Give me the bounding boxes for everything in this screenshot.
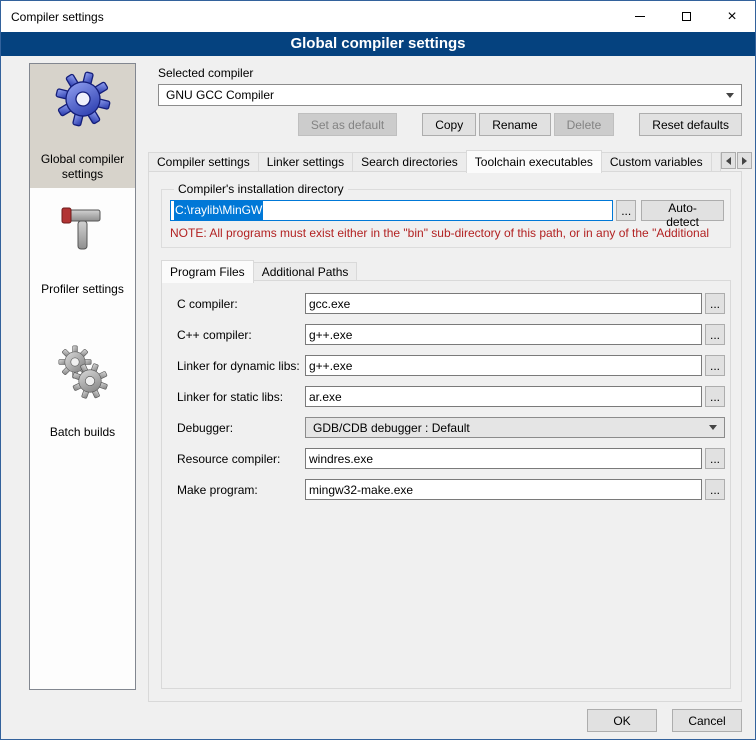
minimize-button[interactable]: [617, 1, 663, 32]
close-button[interactable]: ×: [709, 1, 755, 32]
tab-toolchain-executables[interactable]: Toolchain executables: [466, 150, 602, 173]
cancel-button[interactable]: Cancel: [672, 709, 742, 732]
resource-compiler-row: Resource compiler: ...: [177, 448, 723, 469]
maximize-icon: [682, 12, 691, 21]
set-as-default-button[interactable]: Set as default: [298, 113, 397, 136]
chevron-down-icon: [709, 425, 717, 430]
tab-scroll-controls: [720, 152, 752, 169]
make-program-input[interactable]: [305, 479, 702, 500]
reset-defaults-button[interactable]: Reset defaults: [639, 113, 742, 136]
title-bar: Compiler settings ×: [1, 1, 755, 32]
linker-static-label: Linker for static libs:: [177, 390, 305, 404]
resource-compiler-input[interactable]: [305, 448, 702, 469]
browse-c-compiler-button[interactable]: ...: [705, 293, 725, 314]
auto-detect-button[interactable]: Auto-detect: [641, 200, 724, 221]
sidebar-item-profiler-settings[interactable]: Profiler settings: [30, 194, 135, 303]
ok-button[interactable]: OK: [587, 709, 657, 732]
debugger-value: GDB/CDB debugger : Default: [313, 421, 470, 435]
installation-directory-group: Compiler's installation directory C:\ray…: [161, 182, 731, 248]
selected-compiler-dropdown[interactable]: GNU GCC Compiler: [158, 84, 742, 106]
linker-dynamic-input[interactable]: [305, 355, 702, 376]
program-files-tab-strip: Program Files Additional Paths: [161, 260, 356, 282]
installation-directory-group-title: Compiler's installation directory: [174, 182, 348, 196]
debugger-dropdown[interactable]: GDB/CDB debugger : Default: [305, 417, 725, 438]
sidebar-item-global-compiler-settings[interactable]: Global compiler settings: [30, 64, 135, 188]
gray-gears-icon: [54, 343, 112, 401]
cpp-compiler-row: C++ compiler: ...: [177, 324, 723, 345]
copy-button[interactable]: Copy: [422, 113, 476, 136]
linker-static-input[interactable]: [305, 386, 702, 407]
resource-compiler-label: Resource compiler:: [177, 452, 305, 466]
settings-category-list: Global compiler settings Profiler settin…: [29, 63, 136, 690]
sidebar-item-label: Batch builds: [50, 425, 115, 440]
c-compiler-label: C compiler:: [177, 297, 305, 311]
window-controls: ×: [617, 1, 755, 32]
debugger-label: Debugger:: [177, 421, 305, 435]
tab-compiler-settings[interactable]: Compiler settings: [148, 152, 259, 172]
tab-program-files[interactable]: Program Files: [161, 260, 254, 283]
linker-static-row: Linker for static libs: ...: [177, 386, 723, 407]
delete-button[interactable]: Delete: [554, 113, 615, 136]
toolchain-executables-page: Compiler's installation directory C:\ray…: [148, 171, 742, 702]
tab-scroll-right-button[interactable]: [737, 152, 752, 169]
close-icon: ×: [727, 9, 736, 25]
bin-subdirectory-note: NOTE: All programs must exist either in …: [170, 226, 724, 240]
c-compiler-input[interactable]: [305, 293, 702, 314]
cpp-compiler-input[interactable]: [305, 324, 702, 345]
tab-custom-variables[interactable]: Custom variables: [601, 152, 712, 172]
make-program-label: Make program:: [177, 483, 305, 497]
browse-make-program-button[interactable]: ...: [705, 479, 725, 500]
sidebar-item-label: Profiler settings: [41, 282, 124, 297]
compiler-action-buttons: Set as default Copy Rename Delete Reset …: [148, 113, 742, 136]
left-arrow-icon: [726, 157, 731, 165]
c-compiler-row: C compiler: ...: [177, 293, 723, 314]
tab-scroll-left-button[interactable]: [721, 152, 736, 169]
program-files-panel: C compiler: ... C++ compiler: ... Linker…: [161, 280, 731, 689]
installation-directory-value: C:\raylib\MinGW: [174, 201, 263, 220]
profiler-tool-icon: [54, 200, 112, 258]
blue-gear-icon: [54, 70, 112, 128]
installation-directory-row: C:\raylib\MinGW ... Auto-detect: [170, 200, 724, 221]
sidebar-item-batch-builds[interactable]: Batch builds: [30, 337, 135, 446]
selected-compiler-label: Selected compiler: [158, 66, 253, 80]
maximize-button[interactable]: [663, 1, 709, 32]
browse-cpp-compiler-button[interactable]: ...: [705, 324, 725, 345]
tab-search-directories[interactable]: Search directories: [352, 152, 467, 172]
rename-button[interactable]: Rename: [479, 113, 550, 136]
cpp-compiler-label: C++ compiler:: [177, 328, 305, 342]
tab-linker-settings[interactable]: Linker settings: [258, 152, 353, 172]
debugger-row: Debugger: GDB/CDB debugger : Default: [177, 417, 723, 438]
browse-directory-button[interactable]: ...: [616, 200, 636, 221]
dialog-header: Global compiler settings: [1, 32, 755, 56]
tab-additional-paths[interactable]: Additional Paths: [253, 262, 358, 282]
window-title: Compiler settings: [1, 10, 104, 24]
compiler-settings-window: Compiler settings × Global compiler sett…: [0, 0, 756, 740]
browse-resource-compiler-button[interactable]: ...: [705, 448, 725, 469]
selected-compiler-value: GNU GCC Compiler: [166, 88, 274, 102]
settings-tab-strip: Compiler settings Linker settings Search…: [148, 149, 742, 172]
sidebar-item-label: Global compiler settings: [32, 152, 133, 182]
linker-dynamic-label: Linker for dynamic libs:: [177, 359, 305, 373]
installation-directory-input[interactable]: C:\raylib\MinGW: [170, 200, 613, 221]
browse-linker-static-button[interactable]: ...: [705, 386, 725, 407]
right-arrow-icon: [742, 157, 747, 165]
chevron-down-icon: [726, 93, 734, 98]
minimize-icon: [635, 16, 645, 17]
browse-linker-dynamic-button[interactable]: ...: [705, 355, 725, 376]
linker-dynamic-row: Linker for dynamic libs: ...: [177, 355, 723, 376]
make-program-row: Make program: ...: [177, 479, 723, 500]
